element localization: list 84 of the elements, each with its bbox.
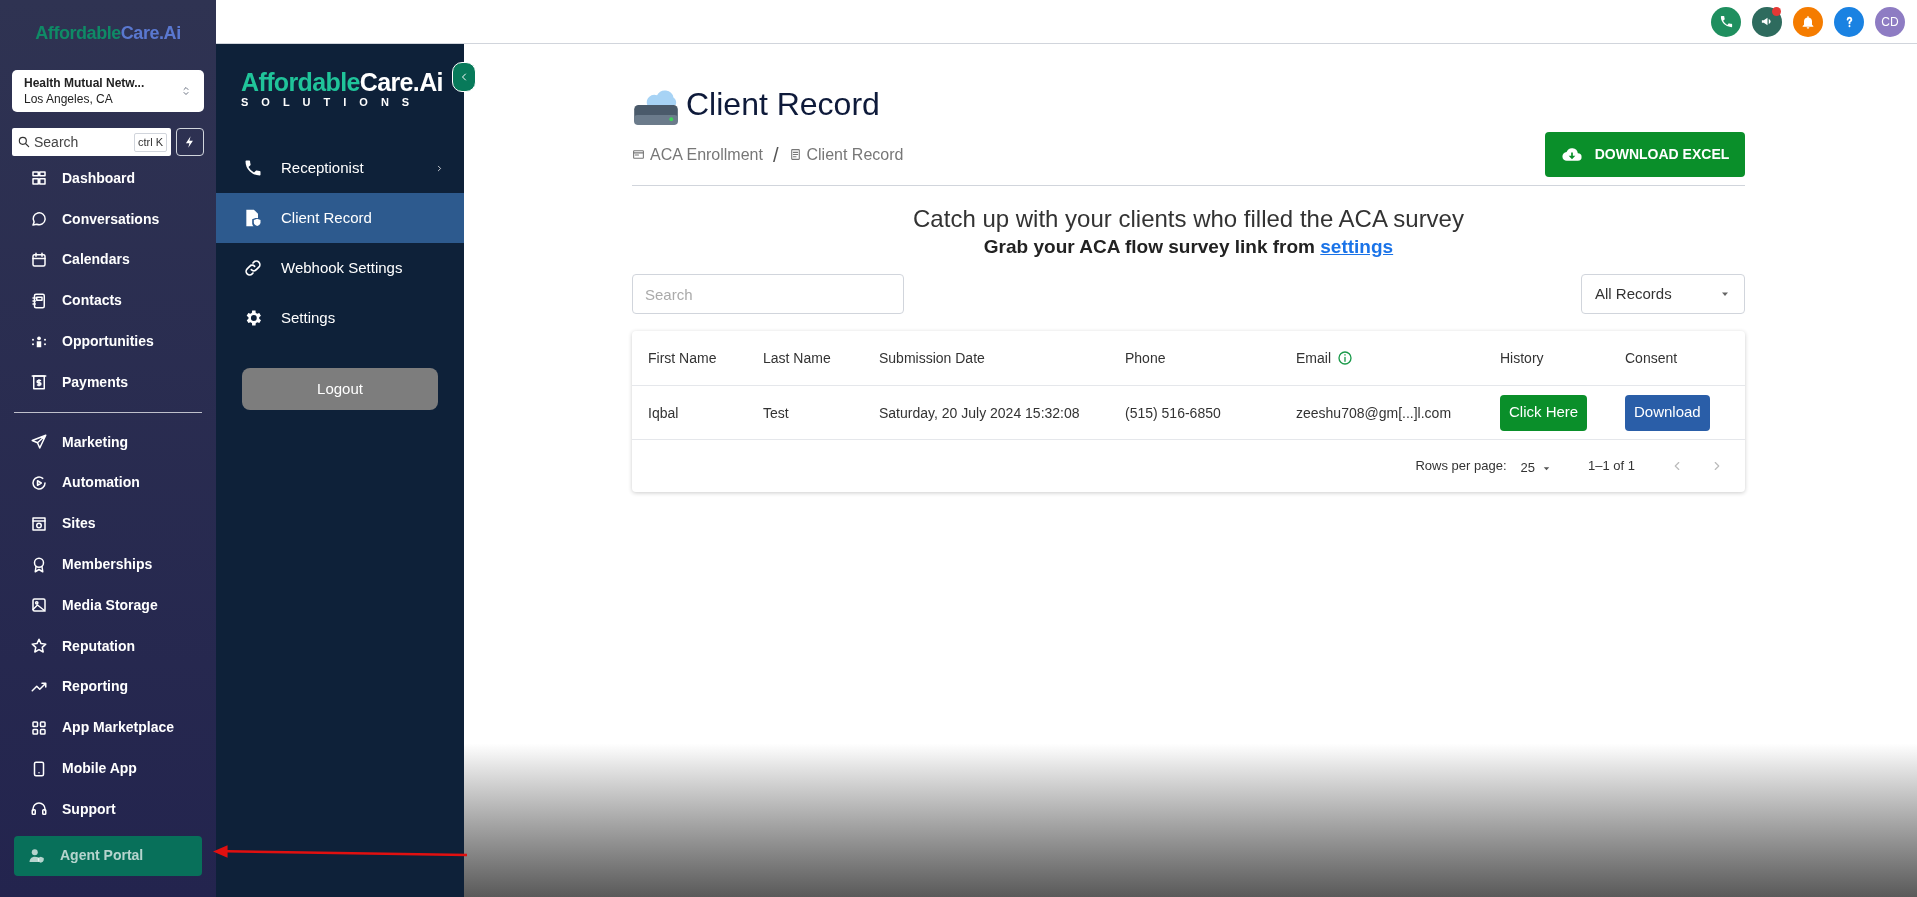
sidebar-item[interactable]: Automation xyxy=(14,462,202,504)
location-switcher[interactable]: Health Mutual Netw... Los Angeles, CA xyxy=(12,70,204,112)
page-title: Client Record xyxy=(686,85,880,124)
table-cell: zeeshu708@gm[...]l.com xyxy=(1296,404,1452,421)
column-header: Consent xyxy=(1625,348,1678,368)
chevron-updown-icon xyxy=(180,85,192,97)
download-excel-button[interactable]: DOWNLOAD EXCEL xyxy=(1545,132,1745,177)
account-name: Health Mutual Netw... xyxy=(24,75,146,91)
image-icon xyxy=(30,596,48,615)
settings-link[interactable]: settings xyxy=(1320,236,1394,257)
notebook-icon xyxy=(30,291,48,310)
column-header: Submission Date xyxy=(879,348,985,368)
history-button[interactable]: Click Here xyxy=(1500,394,1588,431)
consent-download-button[interactable]: Download xyxy=(1625,394,1710,431)
star-icon xyxy=(30,637,48,656)
sidebar-item[interactable]: Memberships xyxy=(14,544,202,585)
sidebar-item[interactable]: Opportunities xyxy=(14,321,202,362)
search-icon xyxy=(17,135,31,149)
module-nav-item[interactable]: Receptionist xyxy=(216,143,464,193)
quick-action-button[interactable] xyxy=(176,128,204,156)
app-grid-icon xyxy=(30,718,48,737)
calendar-icon xyxy=(30,251,48,269)
help-button[interactable] xyxy=(1834,6,1864,37)
module-nav-item[interactable]: Client Record xyxy=(216,193,464,243)
sidebar-item[interactable]: Contacts xyxy=(14,280,202,322)
grid-icon xyxy=(30,169,48,188)
page-range: 1–1 of 1 xyxy=(1588,457,1635,476)
sidebar-item[interactable]: Conversations xyxy=(14,198,202,240)
table-cell: Test xyxy=(763,404,789,421)
page-heading: Catch up with your clients who filled the ACA survey xyxy=(912,204,1465,234)
sidebar-item[interactable]: Calendars xyxy=(14,239,202,281)
logout-button[interactable]: Logout xyxy=(242,368,438,410)
link-icon xyxy=(243,258,263,278)
sidebar-item[interactable]: Agent Portal xyxy=(14,835,202,876)
sidebar-item[interactable]: Reputation xyxy=(14,625,202,667)
notifications-button[interactable] xyxy=(1793,6,1823,37)
sidebar-item[interactable]: Payments xyxy=(14,362,202,403)
sidebar-item[interactable]: Mobile App xyxy=(14,748,202,789)
announcements-button[interactable] xyxy=(1752,6,1782,37)
breadcrumb-link[interactable]: ACA Enrollment xyxy=(632,142,763,167)
sidebar-item[interactable]: Support xyxy=(14,788,202,830)
phone-icon xyxy=(243,158,263,178)
rows-per-page-select[interactable]: 25 xyxy=(1520,458,1552,478)
module-nav-item[interactable]: Webhook Settings xyxy=(216,243,464,293)
bell-icon xyxy=(1800,13,1816,30)
table-cell: Iqbal xyxy=(648,404,679,421)
column-header: Email xyxy=(1296,348,1331,368)
receipt-dollar-icon xyxy=(30,373,48,392)
column-header: Last Name xyxy=(763,348,831,368)
shortcut-hint: ctrl K xyxy=(133,133,167,152)
chat-bubble-icon xyxy=(30,210,48,229)
sidebar-item[interactable]: Media Storage xyxy=(14,584,202,626)
phone-icon xyxy=(1718,14,1734,29)
column-header: First Name xyxy=(648,348,717,368)
module-nav-item[interactable]: Settings xyxy=(216,293,464,343)
account-location: Los Angeles, CA xyxy=(24,91,114,107)
column-header: Phone xyxy=(1125,348,1166,368)
collapse-button[interactable] xyxy=(452,62,476,92)
web-page-icon xyxy=(30,514,48,533)
search-field[interactable]: Search xyxy=(632,274,904,314)
table-cell: Saturday, 20 July 2024 15:32:08 xyxy=(879,404,1080,421)
rows-per-page-label: Rows per page: xyxy=(1415,457,1507,476)
sidebar-item[interactable]: Reporting xyxy=(14,666,202,708)
survey-link-text: Grab your ACA flow survey link from settings xyxy=(982,235,1395,259)
play-circle-icon xyxy=(30,473,48,492)
sidebar-item[interactable]: Sites xyxy=(14,503,202,545)
solutions-logo: AffordableCare.Ai SOLUTIONS xyxy=(241,68,444,108)
brand-logo: AffordableCare.Ai xyxy=(35,22,181,45)
sidebar-item[interactable]: App Marketplace xyxy=(14,707,202,749)
paper-plane-icon xyxy=(30,433,48,452)
records-filter-dropdown[interactable]: All Records xyxy=(1581,274,1745,314)
file-shield-icon xyxy=(243,208,263,228)
document-icon xyxy=(788,148,802,161)
sidebar-item[interactable]: Marketing xyxy=(14,421,202,463)
card-icon xyxy=(632,148,645,161)
breadcrumb-link[interactable]: Client Record xyxy=(788,142,904,167)
info-icon xyxy=(1337,350,1353,366)
breadcrumb-separator: / xyxy=(771,142,780,168)
call-button[interactable] xyxy=(1711,6,1741,37)
user-avatar[interactable]: CD xyxy=(1875,6,1905,37)
column-header: History xyxy=(1500,348,1544,368)
sidebar-item[interactable]: Dashboard xyxy=(14,158,202,199)
table-cell: (515) 516-6850 xyxy=(1125,404,1221,421)
user-shield-icon xyxy=(28,846,46,865)
